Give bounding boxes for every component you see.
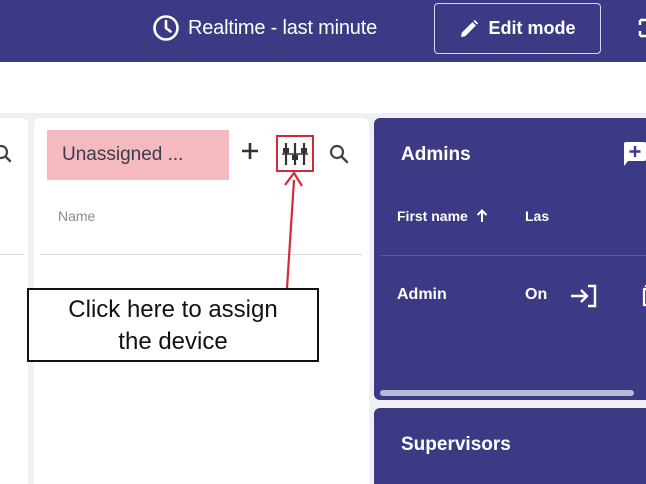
edit-mode-button[interactable]: Edit mode xyxy=(434,3,601,54)
divider xyxy=(380,255,646,256)
divider xyxy=(0,254,24,255)
fullscreen-icon[interactable] xyxy=(636,18,646,38)
clock-icon xyxy=(153,15,179,41)
admins-panel: Admins First name Las Admin On xyxy=(374,118,646,400)
delete-icon[interactable] xyxy=(640,284,646,308)
edit-mode-label: Edit mode xyxy=(488,18,576,38)
realtime-label: Realtime - last minute xyxy=(188,16,377,39)
supervisors-panel: Supervisors xyxy=(374,408,646,484)
plus-icon[interactable] xyxy=(240,141,260,161)
assign-device-button[interactable] xyxy=(276,135,314,172)
column-header-last-name[interactable]: Las xyxy=(525,208,551,224)
assign-device-icon xyxy=(282,142,308,165)
add-user-icon[interactable] xyxy=(622,140,646,166)
horizontal-scrollbar[interactable] xyxy=(380,390,634,396)
supervisors-title: Supervisors xyxy=(401,434,511,455)
admin-status: On xyxy=(525,286,548,303)
realtime-selector[interactable]: Realtime - last minute xyxy=(152,14,377,42)
column-header-name[interactable]: Name xyxy=(58,208,95,224)
unassigned-title[interactable]: Unassigned ... xyxy=(47,130,229,180)
column-header-first-name[interactable]: First name xyxy=(397,208,488,224)
pencil-icon xyxy=(461,19,479,37)
divider xyxy=(40,254,362,255)
column-header-first-name-label: First name xyxy=(397,208,468,224)
admins-title: Admins xyxy=(401,144,471,165)
search-icon[interactable] xyxy=(329,144,349,164)
callout-line-2: the device xyxy=(118,328,228,355)
login-icon[interactable] xyxy=(568,283,600,309)
callout-line-1: Click here to assign xyxy=(68,296,278,323)
sort-ascending-icon xyxy=(476,209,488,222)
search-icon[interactable] xyxy=(0,144,12,164)
instruction-callout: Click here to assign the device xyxy=(27,288,319,362)
left-panel xyxy=(0,118,28,484)
top-bar: Realtime - last minute Edit mode xyxy=(0,0,646,62)
admin-first-name: Admin xyxy=(397,286,447,303)
toolbar-area xyxy=(0,62,646,113)
